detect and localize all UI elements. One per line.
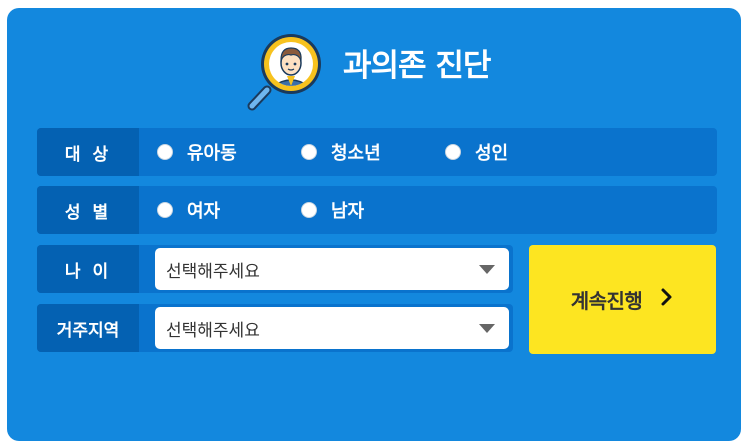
- age-select[interactable]: 선택해주세요: [155, 248, 509, 290]
- radio-target-adult[interactable]: 성인: [445, 128, 508, 176]
- radio-circle-icon[interactable]: [445, 144, 461, 160]
- radio-label: 유아동: [187, 143, 237, 164]
- page-title: 과의존 진단: [343, 48, 491, 84]
- radio-circle-icon[interactable]: [301, 144, 317, 160]
- target-label: 대 상: [37, 128, 139, 176]
- region-select[interactable]: 선택해주세요: [155, 307, 509, 349]
- radio-label: 성인: [475, 143, 509, 164]
- radio-circle-icon[interactable]: [157, 144, 173, 160]
- radio-circle-icon[interactable]: [157, 202, 173, 218]
- age-label: 나 이: [37, 245, 139, 293]
- radio-target-teen[interactable]: 청소년: [301, 128, 381, 176]
- age-select-value: 선택해주세요: [166, 261, 260, 282]
- chevron-right-icon: [660, 287, 674, 313]
- caret-down-icon: [479, 324, 495, 333]
- gender-row: 성 별 여자 남자: [37, 186, 717, 234]
- radio-gender-male[interactable]: 남자: [301, 186, 364, 234]
- age-row: 나 이 선택해주세요: [37, 245, 513, 293]
- gender-label: 성 별: [37, 186, 139, 234]
- radio-circle-icon[interactable]: [301, 202, 317, 218]
- magnifier-person-icon: [247, 30, 333, 114]
- radio-label: 청소년: [331, 143, 381, 164]
- radio-gender-female[interactable]: 여자: [157, 186, 220, 234]
- radio-label: 남자: [331, 201, 365, 222]
- continue-button[interactable]: 계속진행: [529, 245, 716, 354]
- region-label: 거주지역: [37, 304, 139, 352]
- radio-label: 여자: [187, 201, 221, 222]
- target-row: 대 상 유아동 청소년 성인: [37, 128, 717, 176]
- caret-down-icon: [479, 265, 495, 274]
- diagnosis-card: 과의존 진단 대 상 유아동 청소년 성인 성 별 여자 남자 나 이 선택해주…: [7, 8, 741, 441]
- header: 과의존 진단: [7, 30, 741, 114]
- region-row: 거주지역 선택해주세요: [37, 304, 513, 352]
- radio-target-child[interactable]: 유아동: [157, 128, 237, 176]
- region-select-value: 선택해주세요: [166, 320, 260, 341]
- continue-label: 계속진행: [570, 289, 643, 313]
